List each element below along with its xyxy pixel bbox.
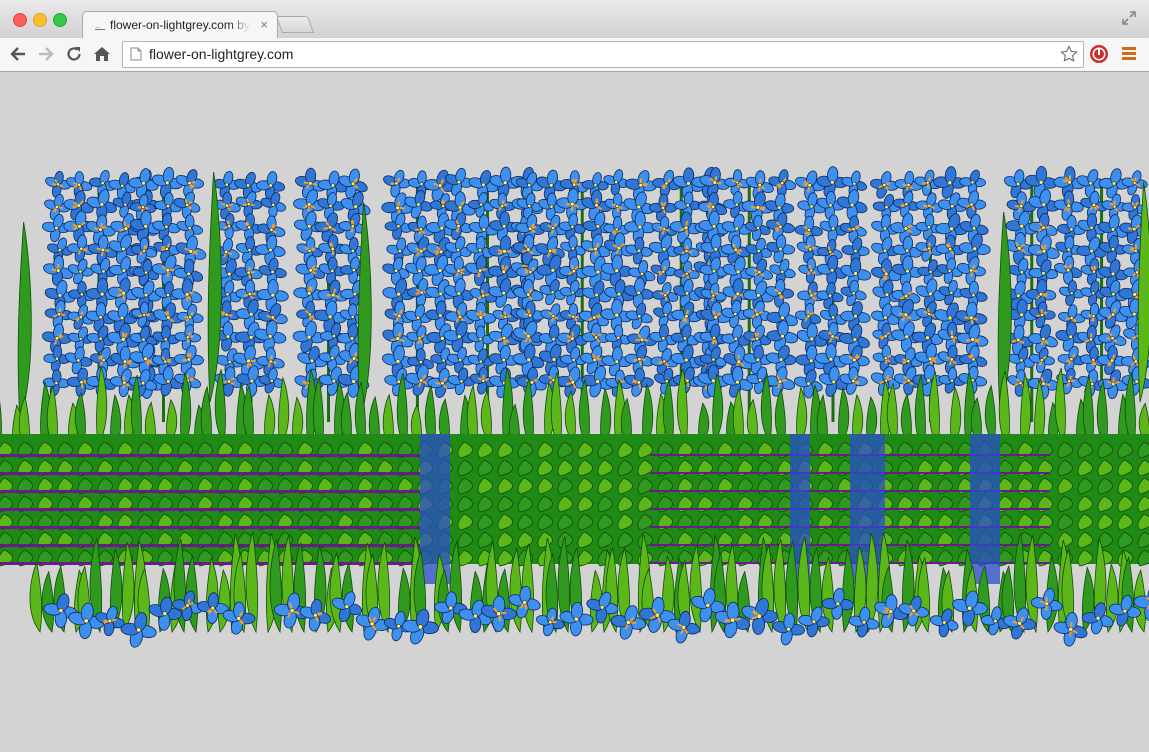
url-input[interactable] [149, 46, 1029, 62]
stop-extension-icon[interactable] [1089, 44, 1109, 64]
flower-artwork [0, 165, 1149, 648]
flower-column [793, 166, 872, 422]
forward-button[interactable] [36, 44, 56, 64]
favicon-icon: .. [95, 21, 105, 30]
back-button[interactable] [8, 44, 28, 64]
flower-column [128, 166, 207, 422]
star-icon[interactable] [1060, 45, 1078, 63]
new-tab-button[interactable] [275, 16, 315, 33]
close-window-button[interactable] [13, 13, 27, 27]
reload-icon [67, 47, 81, 61]
arrow-right-icon [39, 47, 54, 61]
tab-strip: .. flower-on-lightgrey.com by × [0, 0, 1149, 39]
flower-column [1053, 166, 1149, 422]
toolbar [0, 38, 1149, 72]
home-icon [94, 47, 110, 61]
minimize-window-button[interactable] [33, 13, 47, 27]
address-bar[interactable] [122, 41, 1084, 68]
page-content [0, 72, 1149, 752]
reload-button[interactable] [64, 44, 84, 64]
zoom-window-button[interactable] [53, 13, 67, 27]
flower-column [697, 167, 799, 422]
browser-window: .. flower-on-lightgrey.com by × [0, 0, 1149, 752]
home-button[interactable] [92, 44, 112, 64]
tab-title: flower-on-lightgrey.com by [110, 18, 250, 32]
arrow-left-icon [10, 47, 25, 61]
tab-close-icon[interactable]: × [260, 17, 268, 32]
hamburger-menu-icon[interactable] [1122, 47, 1136, 61]
fullscreen-icon[interactable] [1121, 10, 1137, 26]
tab-active[interactable]: .. flower-on-lightgrey.com by × [82, 11, 278, 39]
page-icon [130, 47, 142, 61]
